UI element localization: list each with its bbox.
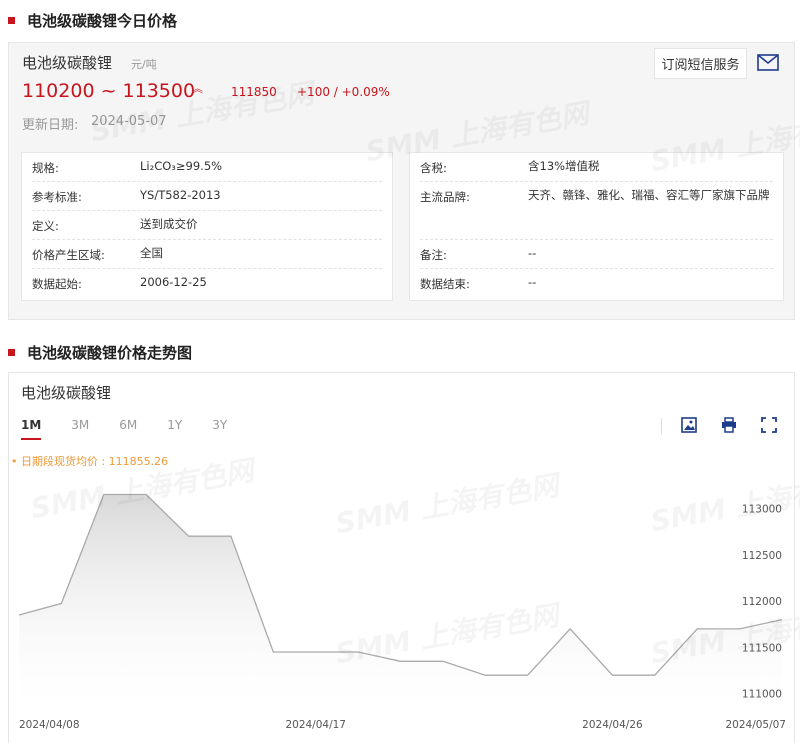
spec-key: 含税: xyxy=(420,161,447,175)
section-title-text: 电池级碳酸锂价格走势图 xyxy=(27,344,193,362)
spec-value: -- xyxy=(528,275,537,289)
update-date: 2024-05-07 xyxy=(91,114,167,129)
spec-key: 定义: xyxy=(32,219,59,233)
product-name: 电池级碳酸锂 xyxy=(22,54,113,72)
spec-key: 数据起始: xyxy=(32,277,82,291)
spec-table-right: 含税: 含13%增值税主流品牌: 天齐、赣锋、雅化、瑞福、容汇等厂家旗下品牌备注: -… xyxy=(409,152,784,301)
price-card: 电池级碳酸锂 元/吨 110200 ~ 113500 ︽ 111850 +100… xyxy=(8,42,800,320)
spec-value: 2006-12-25 xyxy=(140,275,207,289)
spec-table-left: 规格: Li₂CO₃≥99.5% 参考标准: YS/T582-2013 定义: 送到成交价… xyxy=(21,152,393,301)
spec-key: 数据结束: xyxy=(420,277,470,291)
y-tick-label: 113000 xyxy=(742,503,782,515)
spec-value: 天齐、赣锋、雅化、瑞福、容汇等厂家旗下品牌 xyxy=(528,188,770,202)
y-tick-label: 112000 xyxy=(742,596,782,608)
subscribe-sms-button[interactable]: 订阅短信服务 xyxy=(654,48,747,79)
x-tick-label: 2024/04/08 xyxy=(19,719,80,731)
mail-icon[interactable] xyxy=(757,54,779,71)
chart-card: 电池级碳酸锂 1M 3M 6M 1Y 3Y • 日期段现货均价 : 111855.26 … xyxy=(8,372,800,743)
spec-row: 数据结束: -- xyxy=(420,269,773,298)
price-range: 110200 ~ 113500 xyxy=(22,80,196,102)
section-marker xyxy=(8,17,15,24)
spec-value: Li₂CO₃≥99.5% xyxy=(140,159,223,173)
price-trend-chart: 111000 111500 112000 112500 113000 2024/04/08… xyxy=(18,493,786,731)
spec-key: 价格产生区域: xyxy=(32,248,105,262)
price-unit: 元/吨 xyxy=(131,58,157,71)
update-date-label: 更新日期: xyxy=(22,118,79,133)
spec-key: 主流品牌: xyxy=(420,190,470,204)
spec-row: 参考标准: YS/T582-2013 xyxy=(32,182,382,211)
average-price: 111850 xyxy=(231,85,277,99)
price-change: +100 / +0.09% xyxy=(297,85,390,99)
spec-row: 含税: 含13%增值税 xyxy=(420,153,773,182)
y-tick-label: 111500 xyxy=(742,642,782,654)
spec-value: YS/T582-2013 xyxy=(140,188,221,202)
section-title-today-price: 电池级碳酸锂今日价格 xyxy=(8,10,177,31)
y-tick-label: 111000 xyxy=(742,689,782,701)
spec-row: 备注: -- xyxy=(420,240,773,269)
section-marker xyxy=(8,349,15,356)
spec-row: 价格产生区域: 全国 xyxy=(32,240,382,269)
spec-value: 全国 xyxy=(140,246,163,260)
x-tick-label: 2024/04/26 xyxy=(582,719,643,731)
x-tick-label: 2024/05/07 xyxy=(725,719,786,731)
spec-value: -- xyxy=(528,246,537,260)
spec-row: 定义: 送到成交价 xyxy=(32,211,382,240)
spec-value: 含13%增值税 xyxy=(528,159,600,173)
x-tick-label: 2024/04/17 xyxy=(285,719,346,731)
y-tick-label: 112500 xyxy=(742,550,782,562)
section-title-price-trend: 电池级碳酸锂价格走势图 xyxy=(8,342,192,363)
spec-key: 备注: xyxy=(420,248,447,262)
price-area xyxy=(19,494,782,703)
spec-row: 规格: Li₂CO₃≥99.5% xyxy=(32,153,382,182)
spec-value: 送到成交价 xyxy=(140,217,198,231)
spec-key: 参考标准: xyxy=(32,190,82,204)
spec-key: 规格: xyxy=(32,161,59,175)
spec-row: 数据起始: 2006-12-25 xyxy=(32,269,382,298)
spec-row: 主流品牌: 天齐、赣锋、雅化、瑞福、容汇等厂家旗下品牌 xyxy=(420,182,773,240)
section-title-text: 电池级碳酸锂今日价格 xyxy=(27,12,178,30)
price-up-arrow-icon: ︽ xyxy=(192,82,203,95)
